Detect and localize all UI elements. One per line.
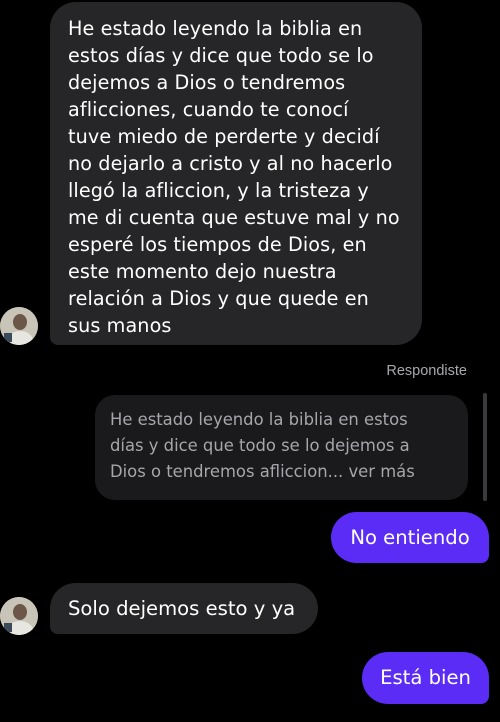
incoming-message-bubble[interactable]: Solo dejemos esto y ya (50, 583, 318, 634)
incoming-message-bubble[interactable]: He estado leyendo la biblia en estos día… (50, 2, 422, 345)
message-text: He estado leyendo la biblia en estos día… (68, 17, 400, 337)
reply-indicator-bar (483, 393, 487, 501)
avatar-photo-icon (0, 597, 38, 635)
quoted-message-preview[interactable]: He estado leyendo la biblia en estos día… (95, 395, 468, 500)
message-text: Está bien (380, 666, 471, 689)
outgoing-message-bubble[interactable]: Está bien (362, 652, 489, 704)
contact-avatar[interactable] (0, 307, 38, 345)
reply-context-label: Respondiste (386, 363, 467, 379)
avatar-photo-icon (0, 307, 38, 345)
message-text: Solo dejemos esto y ya (68, 597, 296, 620)
outgoing-message-bubble[interactable]: No entiendo (331, 512, 489, 563)
message-text: No entiendo (350, 526, 470, 549)
quoted-text: He estado leyendo la biblia en estos día… (110, 410, 415, 481)
contact-avatar[interactable] (0, 597, 38, 635)
